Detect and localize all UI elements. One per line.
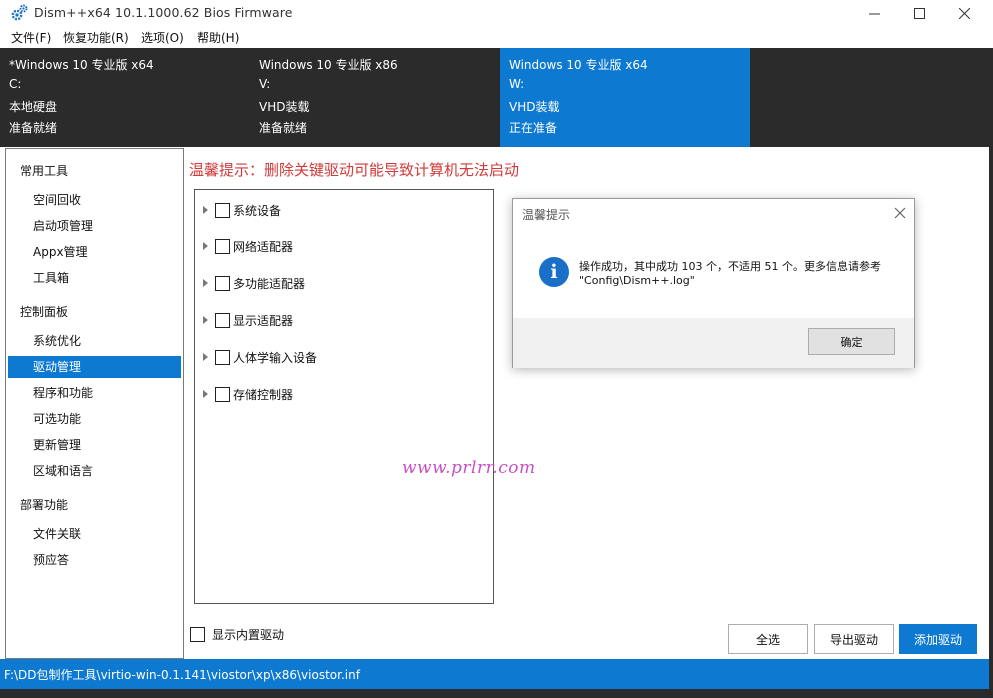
sidebar-item-toolbox[interactable]: 工具箱 (8, 267, 181, 289)
menu-help[interactable]: 帮助(H) (197, 29, 239, 46)
sidebar-item-answer-file[interactable]: 预应答 (8, 549, 181, 571)
menu-restore[interactable]: 恢复功能(R) (63, 29, 129, 46)
show-builtin-label: 显示内置驱动 (212, 628, 285, 642)
minimize-button[interactable] (851, 0, 897, 26)
warning-text: 温馨提示：删除关键驱动可能导致计算机无法启动 (189, 161, 520, 179)
image-name: *Windows 10 专业版 x64 (9, 58, 154, 72)
expand-arrow-icon[interactable] (203, 206, 208, 214)
image-drive: V: (259, 77, 271, 91)
watermark: www.prlrr.com (402, 458, 536, 478)
add-drivers-button[interactable]: 添加驱动 (899, 624, 977, 654)
maximize-icon (913, 7, 925, 19)
select-all-button[interactable]: 全选 (728, 624, 808, 654)
sidebar-item-region-language[interactable]: 区域和语言 (8, 460, 181, 482)
checkbox[interactable] (215, 275, 230, 291)
gears-icon (11, 4, 28, 21)
image-status: 准备就绪 (259, 121, 308, 135)
export-drivers-button[interactable]: 导出驱动 (814, 624, 894, 654)
image-drive: W: (509, 77, 525, 91)
tree-item[interactable]: 多功能适配器 (203, 274, 305, 292)
image-tab-1[interactable]: *Windows 10 专业版 x64 C: 本地硬盘 准备就绪 (0, 48, 250, 147)
window-edge (989, 48, 993, 698)
driver-tree: 系统设备 网络适配器 多功能适配器 显示适配器 人体学输入设备 存储控制器 (194, 189, 494, 604)
sidebar-item-file-association[interactable]: 文件关联 (8, 523, 181, 545)
image-status: 准备就绪 (9, 121, 58, 135)
checkbox[interactable] (215, 238, 230, 254)
expand-arrow-icon[interactable] (203, 242, 208, 250)
close-button[interactable] (941, 0, 987, 26)
dialog-message-line2: "Config\Dism++.log" (579, 274, 695, 287)
sidebar-item-programs[interactable]: 程序和功能 (8, 382, 181, 404)
bottom-border (0, 689, 993, 698)
image-type: VHD装载 (259, 100, 310, 114)
sidebar-item-space-cleanup[interactable]: 空间回收 (8, 189, 181, 211)
image-drive: C: (9, 77, 22, 91)
sidebar-item-system-optimize[interactable]: 系统优化 (8, 330, 181, 352)
image-status: 正在准备 (509, 121, 558, 135)
image-type: 本地硬盘 (9, 100, 58, 114)
sidebar-category-tools: 常用工具 (20, 164, 69, 178)
image-type: VHD装载 (509, 100, 560, 114)
checkbox[interactable] (215, 202, 230, 218)
tree-item-label: 网络适配器 (233, 239, 294, 254)
dialog-title: 温馨提示 (522, 208, 571, 222)
tree-item-label: 存储控制器 (233, 387, 294, 402)
show-builtin-checkbox[interactable] (190, 627, 205, 642)
info-icon: i (539, 257, 569, 287)
tree-item-label: 系统设备 (233, 203, 282, 218)
tree-item[interactable]: 显示适配器 (203, 311, 293, 329)
image-name: Windows 10 专业版 x64 (509, 58, 648, 72)
image-name: Windows 10 专业版 x86 (259, 58, 398, 72)
sidebar-item-optional-features[interactable]: 可选功能 (8, 408, 181, 430)
dialog-message-line1: 操作成功，其中成功 103 个，不适用 51 个。更多信息请参考 (579, 260, 881, 273)
sidebar-item-drivers[interactable]: 驱动管理 (8, 356, 181, 378)
tree-item-label: 人体学输入设备 (233, 350, 318, 365)
minimize-icon (868, 13, 880, 14)
image-tab-3[interactable]: Windows 10 专业版 x64 W: VHD装载 正在准备 (500, 48, 750, 147)
sidebar-item-updates[interactable]: 更新管理 (8, 434, 181, 456)
sidebar-item-startup[interactable]: 启动项管理 (8, 215, 181, 237)
sidebar: 常用工具 空间回收 启动项管理 Appx管理 工具箱 控制面板 系统优化 驱动管… (5, 148, 184, 659)
image-tab-2[interactable]: Windows 10 专业版 x86 V: VHD装载 准备就绪 (250, 48, 500, 147)
checkbox[interactable] (215, 386, 230, 402)
expand-arrow-icon[interactable] (203, 316, 208, 324)
menu-file[interactable]: 文件(F) (11, 29, 51, 46)
close-icon (958, 7, 970, 19)
dialog-ok-button[interactable]: 确定 (808, 328, 895, 355)
maximize-button[interactable] (896, 0, 942, 26)
tree-item-label: 多功能适配器 (233, 276, 306, 291)
checkbox[interactable] (215, 312, 230, 328)
expand-arrow-icon[interactable] (203, 353, 208, 361)
image-bar: *Windows 10 专业版 x64 C: 本地硬盘 准备就绪 Windows… (0, 48, 989, 147)
tree-item[interactable]: 系统设备 (203, 201, 281, 219)
tree-item[interactable]: 网络适配器 (203, 237, 293, 255)
sidebar-category-deploy: 部署功能 (20, 498, 69, 512)
menu-options[interactable]: 选项(O) (141, 29, 184, 46)
tree-item[interactable]: 存储控制器 (203, 385, 293, 403)
dialog-footer: 确定 (513, 318, 914, 368)
window-title: Dism++x64 10.1.1000.62 Bios Firmware (34, 5, 293, 20)
menu-bar: 文件(F) 恢复功能(R) 选项(O) 帮助(H) (0, 27, 993, 48)
checkbox[interactable] (215, 349, 230, 365)
status-bar: F:\DD包制作工具\virtio-win-0.1.141\viostor\xp… (0, 659, 989, 689)
title-bar: Dism++x64 10.1.1000.62 Bios Firmware (0, 0, 993, 26)
sidebar-category-control-panel: 控制面板 (20, 305, 69, 319)
dialog-close-icon[interactable] (891, 204, 909, 222)
tree-item-label: 显示适配器 (233, 313, 294, 328)
show-builtin-drivers[interactable]: 显示内置驱动 (190, 626, 284, 643)
status-path: F:\DD包制作工具\virtio-win-0.1.141\viostor\xp… (4, 668, 360, 682)
tree-item[interactable]: 人体学输入设备 (203, 348, 317, 366)
sidebar-item-appx[interactable]: Appx管理 (8, 241, 181, 263)
expand-arrow-icon[interactable] (203, 279, 208, 287)
expand-arrow-icon[interactable] (203, 390, 208, 398)
info-dialog: 温馨提示 i 操作成功，其中成功 103 个，不适用 51 个。更多信息请参考 … (512, 198, 915, 368)
